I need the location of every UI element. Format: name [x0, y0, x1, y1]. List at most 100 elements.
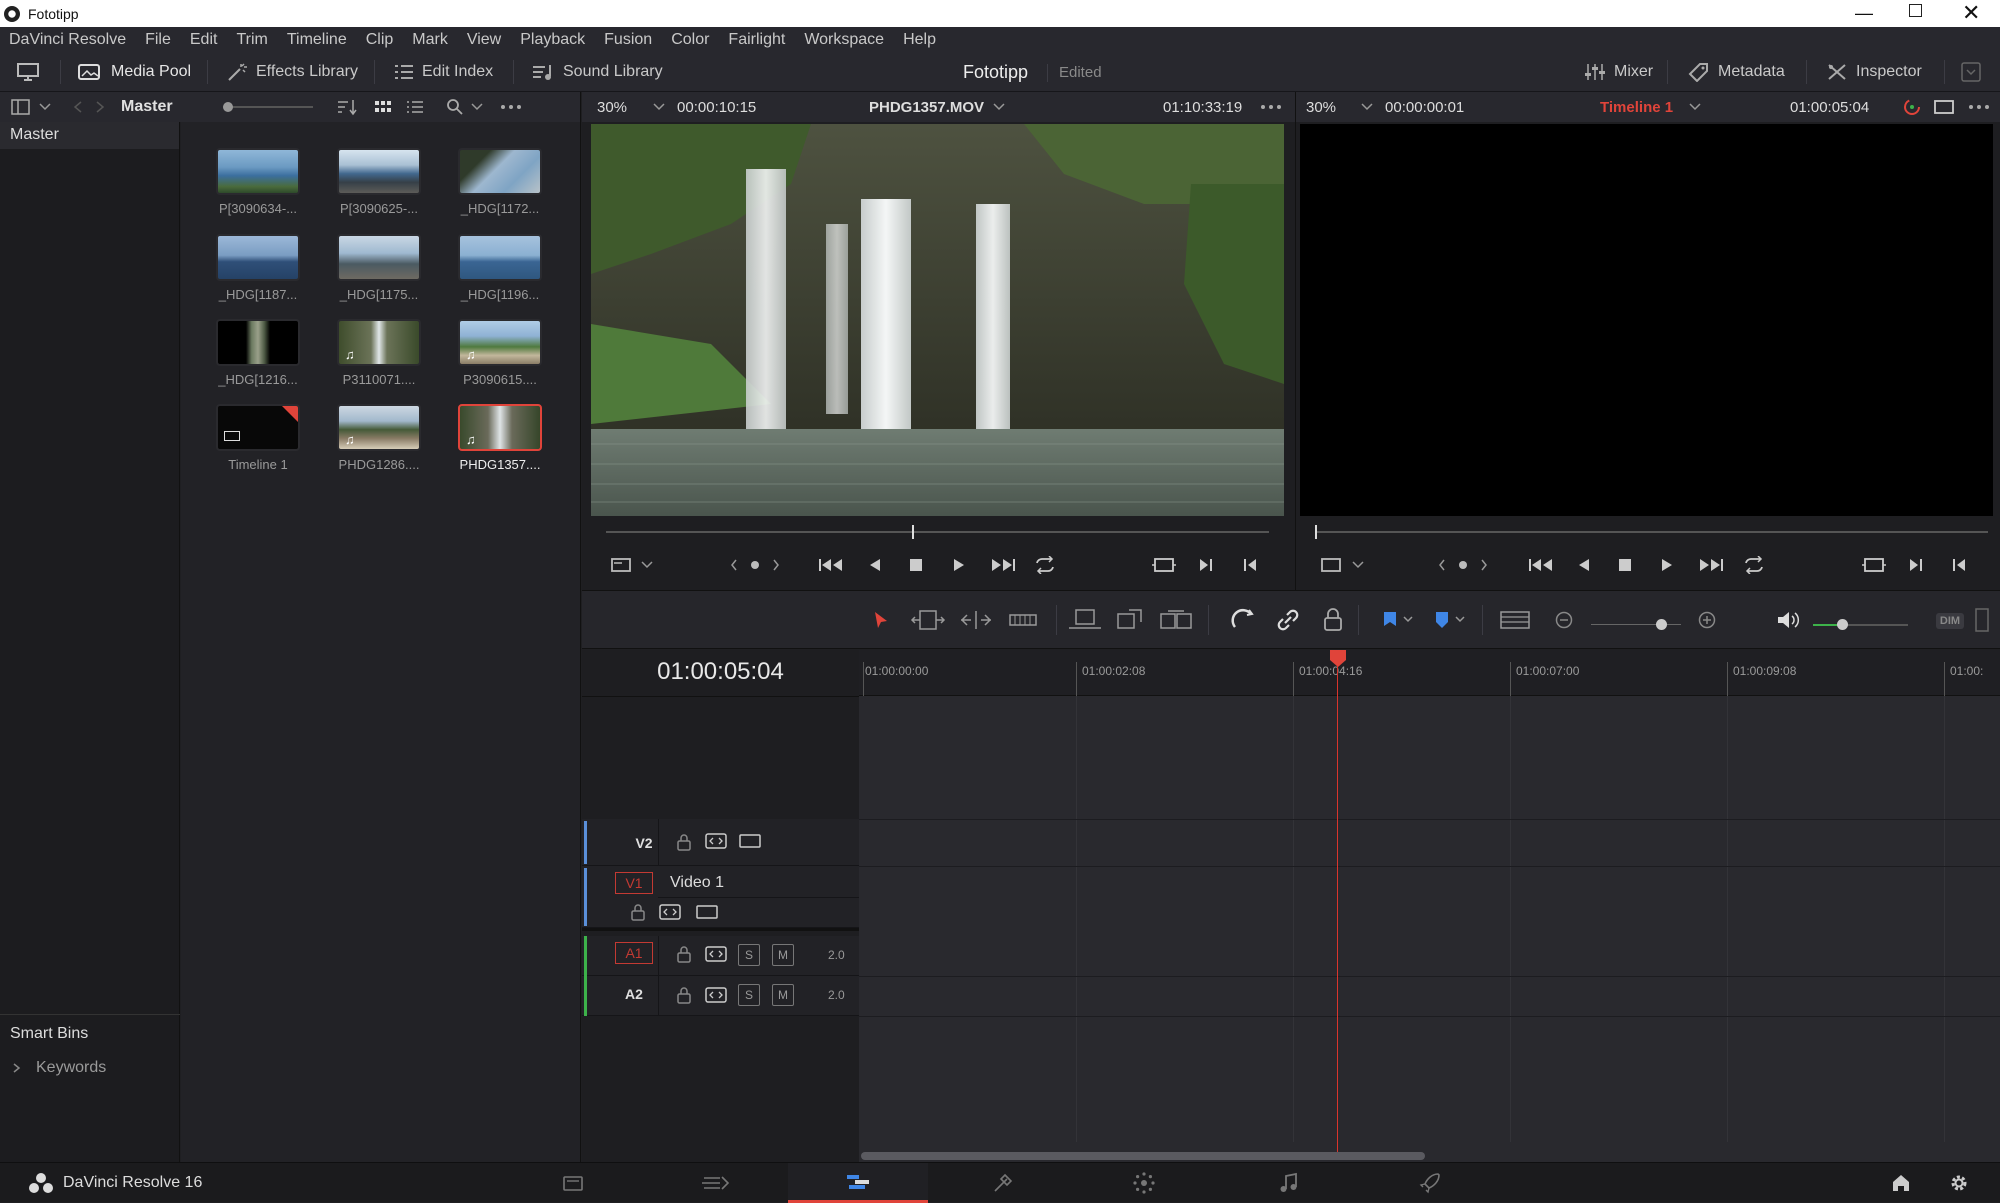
chevron-down-icon[interactable]	[652, 102, 666, 112]
menu-color[interactable]: Color	[662, 31, 719, 49]
position-lock-icon[interactable]	[1322, 607, 1344, 633]
lock-icon[interactable]	[676, 833, 692, 851]
chevron-down-icon[interactable]	[640, 560, 654, 570]
page-media-button[interactable]	[503, 1163, 643, 1203]
timeline-playhead[interactable]	[1315, 525, 1317, 539]
source-zoom[interactable]: 30%	[597, 99, 627, 116]
zoom-in-icon[interactable]	[1697, 610, 1717, 630]
play-icon[interactable]	[1659, 557, 1675, 573]
trim-edit-icon[interactable]	[910, 609, 946, 631]
timeline-scrollbar[interactable]	[861, 1152, 1425, 1160]
sound-library-button[interactable]: Sound Library	[531, 52, 663, 92]
track-header-a1[interactable]: A1 S M 2.0	[582, 936, 859, 976]
auto-select-icon[interactable]	[704, 945, 728, 963]
auto-select-icon[interactable]	[704, 986, 728, 1004]
timeline-viewer[interactable]	[1296, 122, 2000, 590]
timeline-playhead-line[interactable]	[1337, 650, 1338, 1152]
minimize-button[interactable]: —	[1855, 3, 1873, 24]
edit-index-button[interactable]: Edit Index	[394, 52, 493, 92]
clip-thumbnail[interactable]: _HDG[1175...	[337, 234, 421, 302]
sidebar-toggle-icon[interactable]	[10, 98, 32, 116]
chevron-down-icon[interactable]	[1402, 615, 1414, 625]
inspector-button[interactable]: Inspector	[1826, 52, 1922, 92]
clip-thumbnail[interactable]: ♫ PHDG1286....	[337, 404, 421, 472]
page-cut-button[interactable]	[645, 1163, 785, 1203]
menu-timeline[interactable]: Timeline	[278, 31, 357, 49]
match-frame-icon[interactable]	[1152, 556, 1176, 574]
clip-thumbnail[interactable]: ♫ P3090615....	[458, 319, 542, 387]
speaker-icon[interactable]	[1776, 609, 1800, 631]
source-viewer[interactable]	[582, 122, 1295, 590]
track-header-v1[interactable]: V1 Video 1	[582, 866, 859, 928]
match-frame-icon[interactable]	[1862, 556, 1886, 574]
lock-icon[interactable]	[676, 945, 692, 963]
page-edit-button[interactable]	[788, 1163, 928, 1203]
chevron-down-icon[interactable]	[1454, 615, 1466, 625]
blade-edit-icon[interactable]	[1008, 609, 1038, 631]
replace-clip-icon[interactable]	[1158, 608, 1194, 632]
page-color-button[interactable]	[1074, 1163, 1214, 1203]
play-reverse-icon[interactable]	[1576, 557, 1592, 573]
track-id-v1[interactable]: V1	[615, 872, 653, 894]
track-header-v2[interactable]: V2	[582, 819, 859, 866]
menu-davinci-resolve[interactable]: DaVinci Resolve	[0, 31, 136, 49]
jump-to-end-icon[interactable]	[990, 557, 1016, 573]
home-icon[interactable]	[1890, 1172, 1912, 1194]
track-id-a2[interactable]: A2	[615, 984, 653, 1006]
timeline-zoom[interactable]: 30%	[1306, 99, 1336, 116]
gear-icon[interactable]	[1948, 1172, 1970, 1194]
jog-control-icon[interactable]	[1438, 557, 1488, 573]
menu-mark[interactable]: Mark	[403, 31, 458, 49]
timeline-thumbnail[interactable]: Timeline 1	[216, 404, 300, 472]
menu-view[interactable]: View	[458, 31, 511, 49]
more-options-icon[interactable]	[1968, 104, 1990, 110]
stop-icon[interactable]	[1617, 557, 1633, 573]
viewer-mode-icon[interactable]	[1933, 99, 1955, 115]
toggle-panel-button[interactable]	[16, 52, 40, 92]
track-id-a1[interactable]: A1	[615, 942, 653, 964]
thumbnail-size-slider[interactable]	[222, 102, 313, 112]
lock-icon[interactable]	[676, 986, 692, 1004]
chevron-down-icon[interactable]	[1351, 560, 1365, 570]
zoom-out-icon[interactable]	[1554, 610, 1574, 630]
menu-fairlight[interactable]: Fairlight	[719, 31, 795, 49]
menu-trim[interactable]: Trim	[227, 31, 277, 49]
chevron-down-icon[interactable]	[38, 102, 52, 112]
clip-mode-icon[interactable]	[610, 557, 632, 573]
flag-icon[interactable]	[1382, 610, 1398, 630]
jump-to-start-icon[interactable]	[818, 557, 844, 573]
insert-clip-icon[interactable]	[1067, 608, 1103, 632]
jump-to-end-icon[interactable]	[1698, 557, 1724, 573]
playhead-marker-icon[interactable]	[1328, 650, 1348, 668]
mark-in-icon[interactable]	[1198, 557, 1214, 573]
menu-help[interactable]: Help	[894, 31, 946, 49]
effects-library-button[interactable]: Effects Library	[226, 52, 358, 92]
clip-thumbnail[interactable]: _HDG[1196...	[458, 234, 542, 302]
track-visibility-icon[interactable]	[738, 832, 762, 850]
mark-out-icon[interactable]	[1951, 557, 1967, 573]
source-playhead[interactable]	[912, 525, 914, 539]
track-visibility-icon[interactable]	[695, 903, 719, 921]
stop-icon[interactable]	[908, 557, 924, 573]
more-options-icon[interactable]	[500, 104, 522, 110]
metadata-button[interactable]: Metadata	[1688, 52, 1785, 92]
lock-icon[interactable]	[630, 903, 646, 921]
zoom-slider[interactable]	[1591, 619, 1681, 630]
clip-thumbnail[interactable]: _HDG[1187...	[216, 234, 300, 302]
loop-icon[interactable]	[1033, 556, 1057, 574]
clip-thumbnail-selected[interactable]: ♫ PHDG1357....	[458, 404, 542, 472]
overwrite-clip-icon[interactable]	[1115, 608, 1145, 632]
clip-thumbnail[interactable]: _HDG[1172...	[458, 148, 542, 216]
search-icon[interactable]	[446, 98, 464, 116]
timeline-mode-icon[interactable]	[1320, 557, 1342, 573]
dim-button[interactable]: DIM	[1936, 613, 1964, 629]
clip-thumbnail[interactable]: P[3090634-...	[216, 148, 300, 216]
menu-fusion[interactable]: Fusion	[595, 31, 662, 49]
menu-edit[interactable]: Edit	[181, 31, 228, 49]
back-arrow-icon[interactable]	[72, 100, 84, 114]
clip-thumbnail[interactable]: P[3090625-...	[337, 148, 421, 216]
restore-button[interactable]	[1909, 4, 1922, 17]
jump-to-start-icon[interactable]	[1528, 557, 1554, 573]
chevron-down-icon[interactable]	[992, 102, 1006, 112]
marker-icon[interactable]	[1434, 610, 1450, 630]
